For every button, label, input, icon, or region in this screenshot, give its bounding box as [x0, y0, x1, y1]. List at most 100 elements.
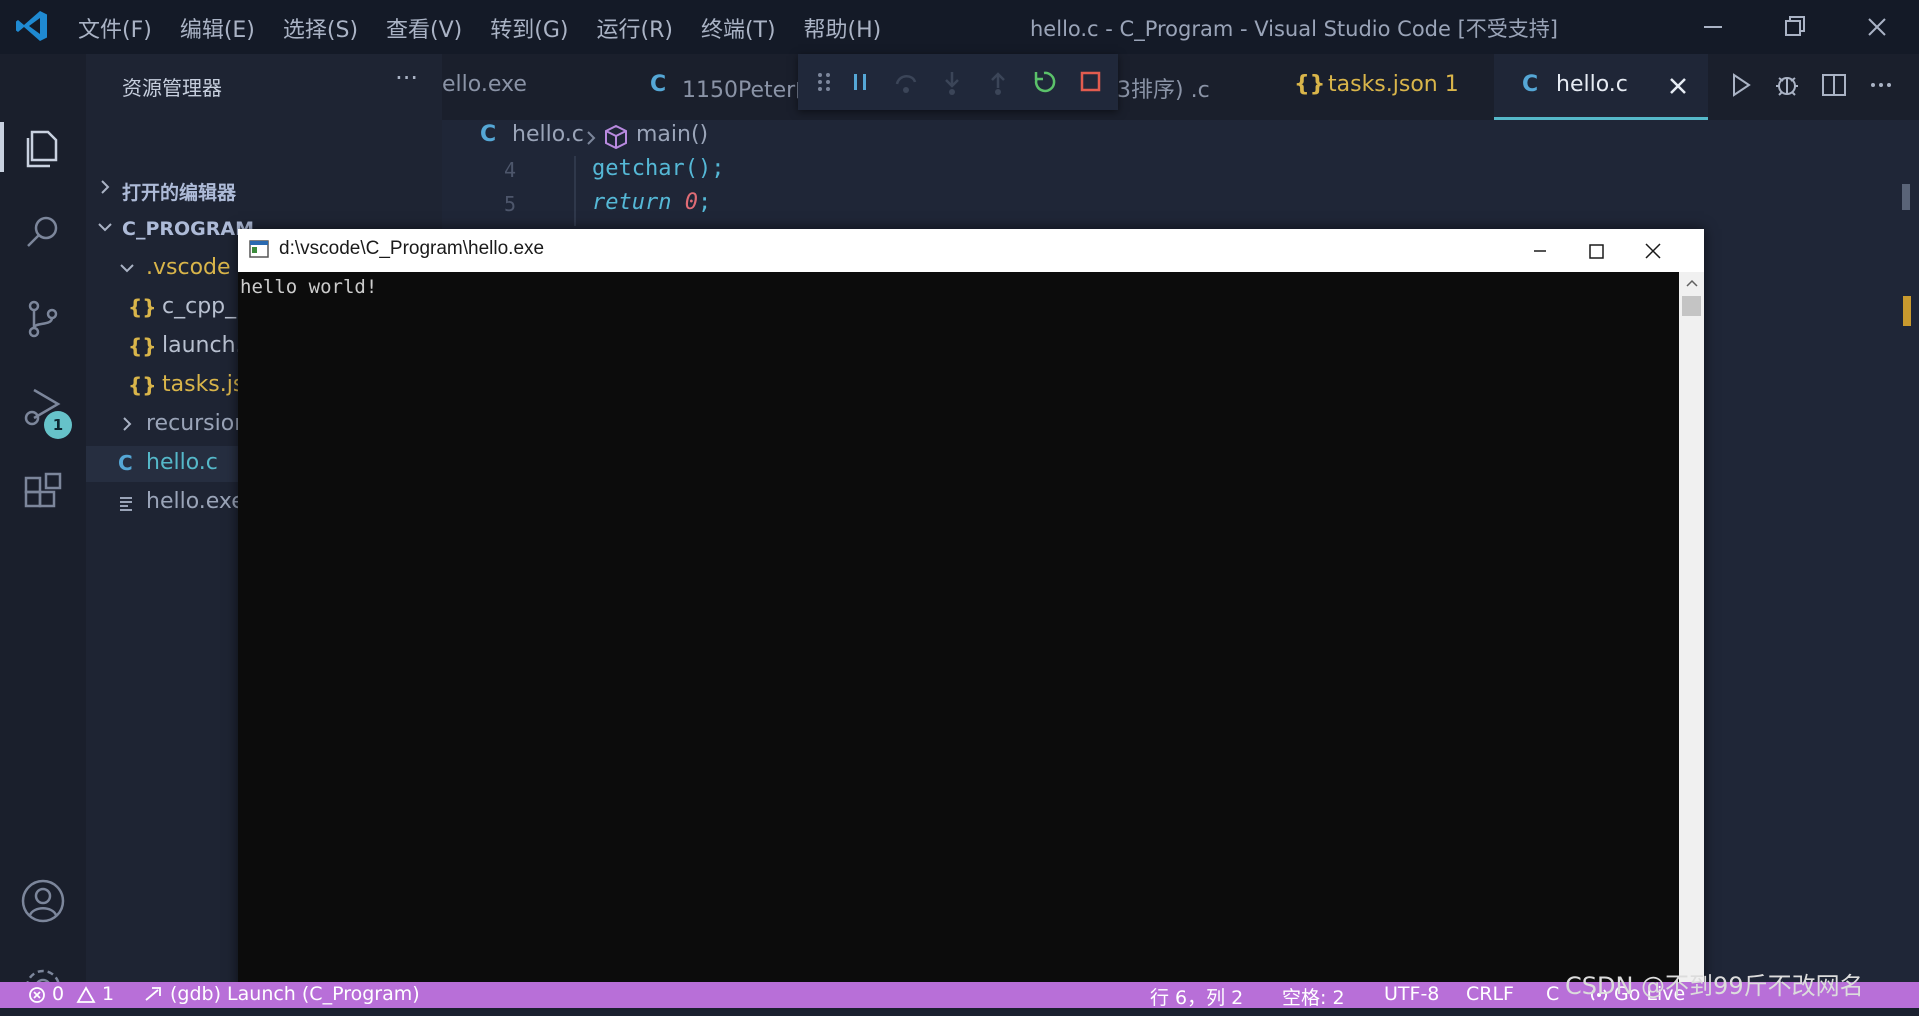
menu-selection[interactable]: 选择(S) — [283, 12, 358, 44]
minimize-icon[interactable] — [1698, 12, 1728, 42]
c-file-icon: C — [118, 451, 133, 475]
line-ending[interactable]: CRLF — [1466, 983, 1514, 1005]
keyword-return: return — [592, 190, 672, 215]
console-output-area[interactable]: hello world! — [238, 272, 1679, 993]
open-editors-label: 打开的编辑器 — [122, 182, 237, 204]
source-control-button[interactable] — [18, 294, 68, 344]
line-number: 5 — [504, 192, 517, 216]
tab-sort[interactable]: 3排序) .c — [1117, 54, 1297, 120]
chevron-right-icon — [123, 417, 132, 431]
menu-bar: 文件(F) 编辑(E) 选择(S) 查看(V) 转到(G) 运行(R) 终端(T… — [78, 12, 909, 44]
line-number: 4 — [504, 158, 517, 182]
debug-launch-icon — [145, 987, 161, 1001]
console-close-icon[interactable] — [1639, 237, 1667, 265]
number-literal: 0 — [684, 190, 698, 215]
breadcrumb-symbol[interactable]: main() — [636, 122, 708, 147]
tab-label: tasks.json 1 — [1328, 72, 1459, 97]
tree-item-label: hello.exe — [146, 489, 245, 514]
error-count[interactable]: 0 — [52, 983, 64, 1005]
run-file-icon[interactable] — [1725, 70, 1755, 100]
scroll-thumb[interactable] — [1682, 296, 1701, 316]
watermark: CSDN @不到99斤不改网名 — [1565, 972, 1864, 1000]
chevron-down-icon — [98, 223, 112, 232]
breadcrumb: C hello.c main() — [442, 120, 1919, 156]
account-icon — [21, 879, 65, 923]
tree-item-label: .vscode — [146, 255, 231, 280]
search-button[interactable] — [18, 208, 68, 258]
tab-hello-c[interactable]: C hello.c — [1494, 54, 1708, 120]
warning-count[interactable]: 1 — [102, 983, 114, 1005]
close-tab-icon[interactable] — [1666, 74, 1690, 98]
c-file-icon: C — [480, 122, 497, 147]
tab-label: hello.c — [1556, 72, 1628, 97]
tab-label: 3排序) .c — [1117, 78, 1210, 103]
explorer-button[interactable] — [0, 122, 68, 172]
json-icon: {} — [128, 334, 157, 358]
menu-help[interactable]: 帮助(H) — [804, 12, 882, 44]
c-file-icon: C — [1522, 72, 1539, 97]
menu-view[interactable]: 查看(V) — [386, 12, 462, 44]
language-mode[interactable]: C — [1546, 983, 1559, 1005]
tab-tasks-json[interactable]: {} tasks.json 1 — [1294, 54, 1514, 120]
step-over-icon[interactable] — [892, 68, 920, 96]
indentation[interactable]: 空格: 2 — [1282, 983, 1345, 1008]
title-bar: 文件(F) 编辑(E) 选择(S) 查看(V) 转到(G) 运行(R) 终端(T… — [0, 0, 1919, 54]
chevron-right-icon — [101, 180, 110, 194]
console-app-icon — [249, 240, 269, 258]
console-maximize-icon[interactable] — [1582, 237, 1610, 265]
menu-run[interactable]: 运行(R) — [596, 12, 672, 44]
tab-label: ello.exe — [442, 72, 527, 97]
scroll-marker — [1902, 184, 1910, 210]
code-line: return 0; — [592, 190, 711, 215]
menu-edit[interactable]: 编辑(E) — [180, 12, 255, 44]
cursor-position[interactable]: 行 6，列 2 — [1150, 983, 1243, 1008]
split-editor-icon[interactable] — [1819, 70, 1849, 100]
source-control-icon — [28, 300, 58, 338]
stop-icon[interactable] — [1076, 68, 1104, 96]
error-icon — [29, 987, 45, 1003]
restore-icon[interactable] — [1780, 12, 1810, 42]
c-file-icon: C — [650, 72, 667, 97]
chevron-right-icon — [587, 131, 596, 145]
menu-file[interactable]: 文件(F) — [78, 12, 152, 44]
breadcrumb-file[interactable]: hello.c — [512, 122, 584, 147]
tab-hello-exe[interactable]: ello.exe — [442, 54, 612, 120]
files-icon — [26, 130, 58, 168]
vscode-logo-icon — [16, 11, 47, 41]
close-window-icon[interactable] — [1862, 12, 1892, 42]
console-title: d:\vscode\C_Program\hello.exe — [279, 238, 545, 259]
accounts-button[interactable] — [18, 876, 68, 926]
open-editors-section[interactable]: 打开的编辑器 — [86, 170, 442, 206]
window-title: hello.c - C_Program - Visual Studio Code… — [1030, 17, 1558, 41]
debug-file-icon[interactable] — [1772, 70, 1802, 100]
json-icon: {} — [128, 295, 157, 319]
editor-tabs: ello.exe C 1150Peter的烟.c 3排序) .c {} task… — [442, 54, 1919, 120]
chevron-down-icon — [120, 264, 134, 273]
drag-handle-icon[interactable] — [810, 68, 838, 96]
console-scrollbar[interactable] — [1679, 272, 1704, 993]
tree-item-label: hello.c — [146, 450, 218, 475]
explorer-title: 资源管理器 — [122, 76, 222, 100]
menu-terminal[interactable]: 终端(T) — [701, 12, 776, 44]
menu-go[interactable]: 转到(G) — [490, 12, 568, 44]
console-minimize-icon[interactable] — [1526, 237, 1554, 265]
scroll-up-icon[interactable] — [1685, 278, 1699, 288]
extensions-button[interactable] — [18, 468, 68, 518]
extensions-icon — [24, 472, 62, 508]
launch-config[interactable]: (gdb) Launch (C_Program) — [170, 983, 420, 1005]
step-out-icon[interactable] — [984, 68, 1012, 96]
pause-icon[interactable] — [846, 68, 874, 96]
console-title-bar[interactable]: d:\vscode\C_Program\hello.exe — [238, 229, 1704, 272]
tree-item-label: recursion — [146, 411, 249, 436]
semicolon: ; — [697, 190, 712, 215]
json-icon: {} — [128, 373, 157, 397]
indent-guide — [574, 156, 576, 226]
more-icon[interactable] — [1866, 70, 1896, 100]
step-into-icon[interactable] — [938, 68, 966, 96]
restart-icon[interactable] — [1030, 68, 1058, 96]
console-output: hello world! — [240, 276, 378, 298]
encoding[interactable]: UTF-8 — [1384, 983, 1439, 1005]
more-actions-button[interactable]: ··· — [395, 64, 418, 92]
json-icon: {} — [1294, 72, 1326, 97]
cube-icon — [605, 124, 627, 150]
